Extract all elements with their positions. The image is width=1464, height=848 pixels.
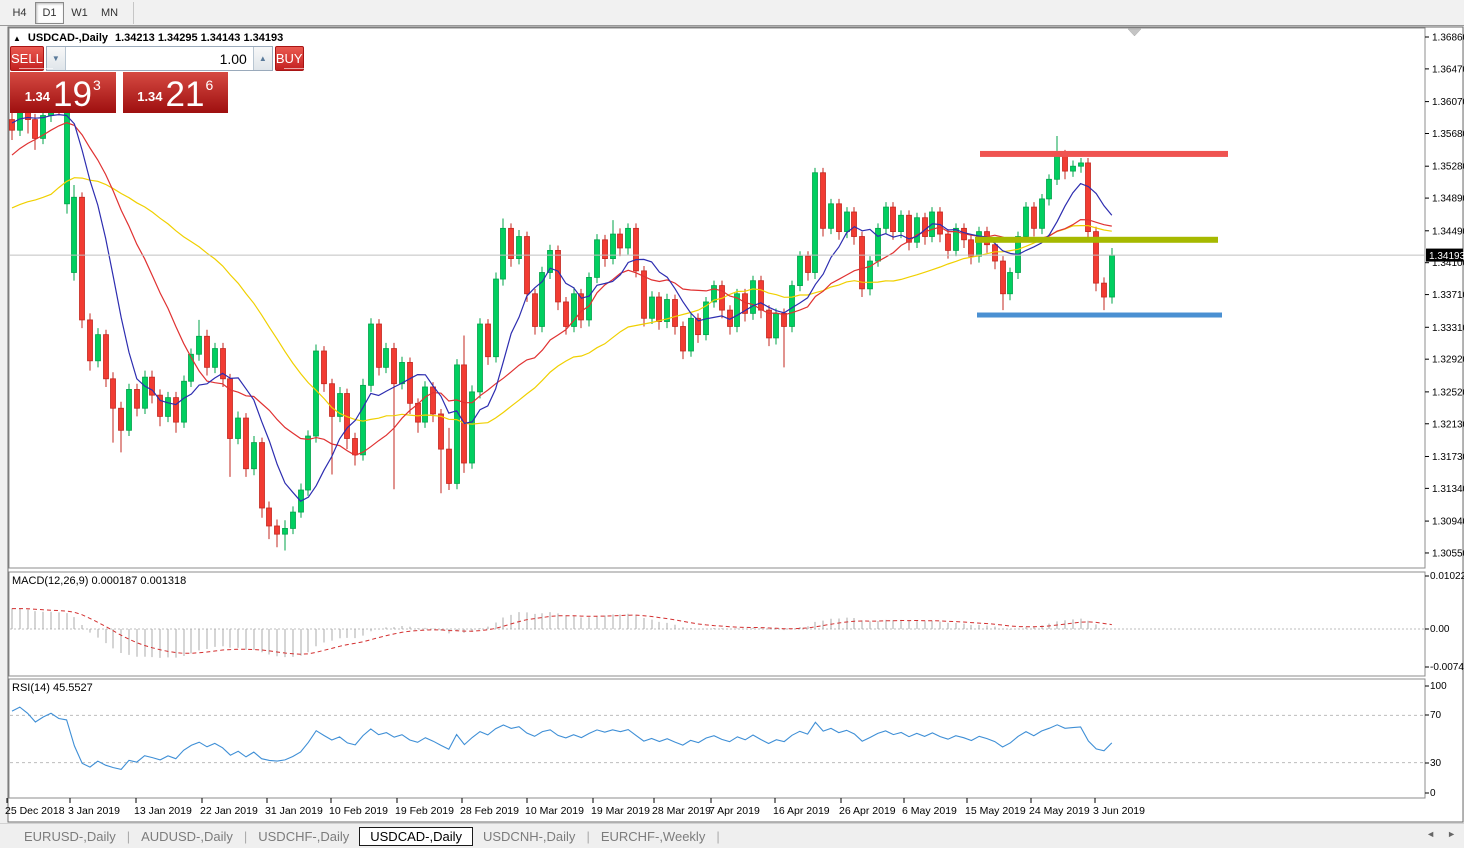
buy-price-figure: 1.34 [137,89,162,104]
symbol-tabbar: EURUSD-,Daily| AUDUSD-,Daily| USDCHF-,Da… [0,823,1464,848]
tab-audusd-daily[interactable]: AUDUSD-,Daily [131,828,243,845]
svg-text:1.36860: 1.36860 [1432,33,1464,44]
svg-text:28 Feb 2019: 28 Feb 2019 [460,805,519,817]
timeframe-button-w1[interactable]: W1 [65,2,94,24]
svg-text:1.31730: 1.31730 [1432,452,1464,463]
svg-text:28 Mar 2019: 28 Mar 2019 [652,805,711,817]
volume-increase-icon[interactable]: ▲ [253,47,272,70]
svg-text:1.36470: 1.36470 [1432,64,1464,75]
svg-text:7 Apr 2019: 7 Apr 2019 [709,805,760,817]
volume-input[interactable] [66,47,253,70]
timeframe-button-h4[interactable]: H4 [5,2,34,24]
tab-scroll-left-icon[interactable]: ◄ [1426,829,1435,839]
svg-text:1.30940: 1.30940 [1432,517,1464,528]
price-chart-canvas[interactable]: 1.36860 1.36470 1.36070 1.35680 1.35280 1.348… [0,0,1464,848]
svg-text:0.010229: 0.010229 [1430,571,1464,582]
svg-text:26 Apr 2019: 26 Apr 2019 [839,805,896,817]
svg-text:10 Feb 2019: 10 Feb 2019 [329,805,388,817]
svg-text:1.35680: 1.35680 [1432,129,1464,140]
svg-text:1.31340: 1.31340 [1432,484,1464,495]
collapse-triangle-icon[interactable]: ▲ [13,34,21,43]
macd-label: MACD(12,26,9) 0.000187 0.001318 [12,575,186,587]
svg-text:16 Apr 2019: 16 Apr 2019 [773,805,830,817]
tabbar-scroll-arrows: ◄ ► [1426,829,1456,839]
svg-text:13 Jan 2019: 13 Jan 2019 [134,805,192,817]
buy-price-pips: 21 [166,78,205,111]
svg-text:1.36070: 1.36070 [1432,97,1464,108]
tab-separator: | [127,829,130,844]
svg-text:-0.007477: -0.007477 [1430,662,1464,673]
svg-text:3 Jun 2019: 3 Jun 2019 [1093,805,1145,817]
tab-eurusd-daily[interactable]: EURUSD-,Daily [14,828,126,845]
svg-text:31 Jan 2019: 31 Jan 2019 [265,805,323,817]
svg-text:3 Jan 2019: 3 Jan 2019 [68,805,120,817]
svg-text:19 Feb 2019: 19 Feb 2019 [395,805,454,817]
sell-price-pips: 19 [53,78,92,111]
buy-price-point: 6 [205,77,213,93]
sell-price-figure: 1.34 [25,89,50,104]
buy-price-button[interactable]: 1.34 21 6 [123,72,229,113]
svg-text:1.33310: 1.33310 [1432,323,1464,334]
tab-scroll-right-icon[interactable]: ► [1447,829,1456,839]
buy-button[interactable]: BUY [275,46,304,71]
svg-text:1.32130: 1.32130 [1432,419,1464,430]
tab-usdchf-daily[interactable]: USDCHF-,Daily [248,828,359,845]
sell-button[interactable]: SELL [10,46,44,71]
rsi-label: RSI(14) 45.5527 [12,682,93,694]
sell-price-button[interactable]: 1.34 19 3 [10,72,116,113]
tab-separator: | [716,829,719,844]
chart-header: ▲ USDCAD-,Daily 1.34213 1.34295 1.34143 … [13,32,283,44]
chart-ohlc-values: 1.34213 1.34295 1.34143 1.34193 [115,32,283,44]
svg-text:6 May 2019: 6 May 2019 [902,805,957,817]
svg-text:1.33710: 1.33710 [1432,290,1464,301]
svg-text:30: 30 [1430,758,1442,769]
tab-usdcnh-daily[interactable]: USDCNH-,Daily [473,828,585,845]
volume-decrease-icon[interactable]: ▼ [47,47,66,70]
sell-price-point: 3 [93,77,101,93]
one-click-trade-panel: SELL ▼ ▲ BUY 1.34 19 3 1.34 21 6 [10,46,228,113]
svg-text:1.34193: 1.34193 [1429,251,1464,262]
svg-text:1.32520: 1.32520 [1432,387,1464,398]
svg-text:1.35280: 1.35280 [1432,162,1464,173]
svg-text:70: 70 [1430,710,1442,721]
tab-eurchf-weekly[interactable]: EURCHF-,Weekly [591,828,716,845]
tab-usdcad-daily[interactable]: USDCAD-,Daily [359,827,473,846]
svg-text:0.00: 0.00 [1430,624,1450,635]
svg-text:1.30550: 1.30550 [1432,548,1464,559]
timeframe-toolbar: H4 D1 W1 MN [0,0,1464,26]
svg-text:1.34490: 1.34490 [1432,226,1464,237]
svg-text:0: 0 [1430,788,1436,799]
tab-separator: | [586,829,589,844]
svg-text:15 May 2019: 15 May 2019 [965,805,1026,817]
svg-text:24 May 2019: 24 May 2019 [1029,805,1090,817]
svg-text:19 Mar 2019: 19 Mar 2019 [591,805,650,817]
svg-text:25 Dec 2018: 25 Dec 2018 [5,805,65,817]
tab-separator: | [244,829,247,844]
svg-text:100: 100 [1430,681,1447,692]
svg-text:10 Mar 2019: 10 Mar 2019 [525,805,584,817]
svg-text:22 Jan 2019: 22 Jan 2019 [200,805,258,817]
timeframe-button-mn[interactable]: MN [95,2,124,24]
svg-text:1.32920: 1.32920 [1432,355,1464,366]
svg-text:1.34890: 1.34890 [1432,194,1464,205]
timeframe-button-d1[interactable]: D1 [35,2,64,24]
toolbar-divider [133,2,134,24]
chart-symbol-title: USDCAD-,Daily [28,32,108,44]
volume-spinner: ▼ ▲ [46,46,273,71]
